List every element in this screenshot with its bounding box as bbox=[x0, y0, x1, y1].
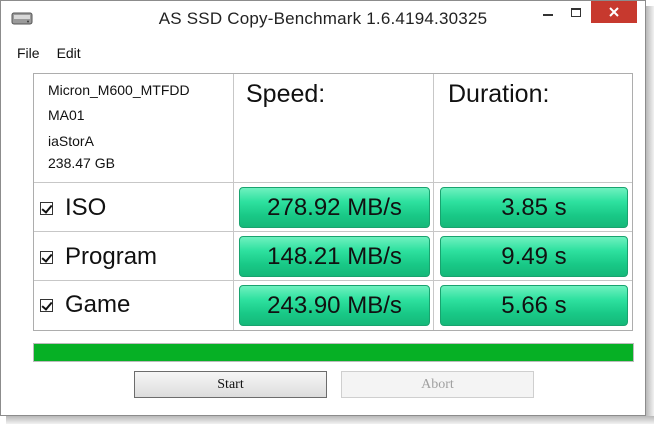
drive-driver: iaStorA bbox=[48, 133, 94, 149]
grid-divider bbox=[34, 231, 632, 232]
close-icon bbox=[609, 7, 619, 17]
drive-capacity: 238.47 GB bbox=[48, 155, 115, 171]
grid-divider bbox=[233, 74, 234, 330]
row-iso: ISO bbox=[40, 188, 106, 228]
row-label: Game bbox=[65, 291, 131, 318]
progress-bar-fill bbox=[34, 344, 633, 361]
progress-bar bbox=[33, 343, 634, 362]
iso-speed-value: 278.92 MB/s bbox=[239, 187, 430, 228]
menu-bar: File Edit bbox=[9, 41, 639, 65]
game-duration-value: 5.66 s bbox=[440, 285, 628, 326]
game-checkbox[interactable] bbox=[40, 298, 53, 312]
program-checkbox[interactable] bbox=[40, 250, 53, 264]
start-button[interactable]: Start bbox=[134, 371, 327, 398]
minimize-button[interactable] bbox=[534, 1, 562, 23]
iso-checkbox[interactable] bbox=[40, 201, 53, 215]
row-game: Game bbox=[40, 285, 130, 325]
window-shadow-bottom bbox=[6, 416, 654, 424]
title-bar[interactable]: AS SSD Copy-Benchmark 1.6.4194.30325 bbox=[1, 1, 645, 37]
row-label: Program bbox=[65, 243, 158, 270]
program-speed-value: 148.21 MB/s bbox=[239, 236, 430, 277]
app-window: AS SSD Copy-Benchmark 1.6.4194.30325 Fil… bbox=[0, 0, 646, 416]
menu-edit[interactable]: Edit bbox=[49, 41, 90, 65]
maximize-button[interactable] bbox=[562, 1, 590, 23]
game-speed-value: 243.90 MB/s bbox=[239, 285, 430, 326]
speed-column-header: Speed: bbox=[246, 80, 326, 108]
row-label: ISO bbox=[65, 194, 107, 221]
menu-file[interactable]: File bbox=[9, 41, 49, 65]
minimize-icon bbox=[543, 14, 553, 16]
drive-model-suffix: MA01 bbox=[48, 107, 85, 123]
drive-model: Micron_M600_MTFDD bbox=[48, 82, 190, 98]
results-grid: Micron_M600_MTFDD MA01 iaStorA 238.47 GB… bbox=[33, 73, 633, 331]
program-duration-value: 9.49 s bbox=[440, 236, 628, 277]
iso-duration-value: 3.85 s bbox=[440, 187, 628, 228]
close-button[interactable] bbox=[591, 1, 637, 23]
duration-column-header: Duration: bbox=[448, 80, 550, 108]
grid-divider bbox=[433, 74, 434, 330]
window-shadow-right bbox=[646, 6, 654, 420]
grid-divider bbox=[34, 280, 632, 281]
maximize-icon bbox=[571, 7, 581, 17]
abort-button[interactable]: Abort bbox=[341, 371, 534, 398]
row-program: Program bbox=[40, 237, 157, 277]
grid-divider bbox=[34, 182, 632, 183]
